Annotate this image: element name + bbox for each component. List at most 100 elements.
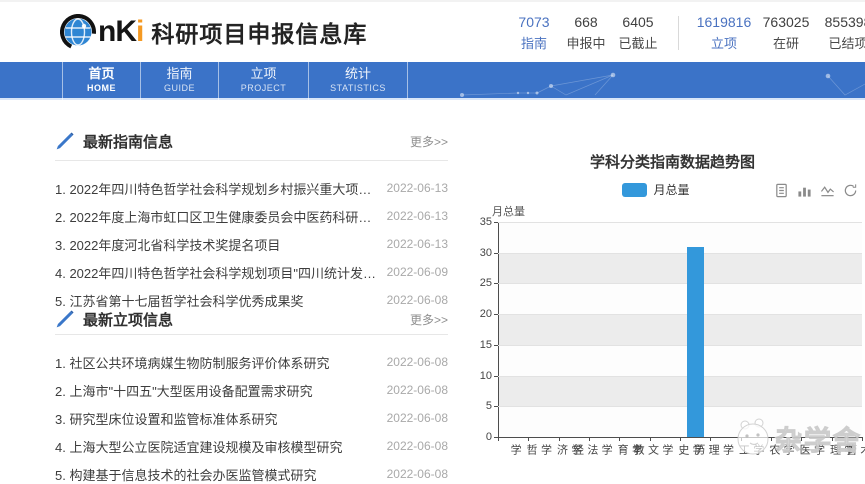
x-tick-mark [528, 437, 529, 441]
latest-project-section-header: 最新立项信息 更多>> [55, 306, 448, 332]
stat-label: 指南 [508, 34, 560, 54]
stat-label: 已截止 [612, 34, 664, 54]
y-tick-mark [494, 222, 498, 223]
section-title: 最新立项信息 [83, 309, 173, 330]
guide-news-item[interactable]: 4. 2022年四川特色哲学社会科学规划项目"四川统计发展专项课题" 2022-… [55, 262, 448, 282]
nav-tab-sublabel: PROJECT [219, 82, 308, 94]
line-chart-icon[interactable] [820, 183, 835, 198]
y-tick-mark [494, 253, 498, 254]
x-category-label: 农学 [750, 444, 782, 456]
x-tick-mark [862, 437, 863, 441]
nav-tab-sublabel: GUIDE [141, 82, 218, 94]
project-news-item[interactable]: 2. 上海市"十四五"大型医用设备配置需求研究 2022-06-08 [55, 380, 448, 400]
news-date: 2022-06-13 [387, 237, 448, 251]
y-tick-mark [494, 376, 498, 377]
logo-text: nKi [98, 14, 143, 50]
news-date: 2022-06-08 [387, 383, 448, 397]
bar-理学[interactable] [687, 247, 704, 437]
split-area-band [498, 222, 862, 253]
gridline [498, 253, 862, 254]
news-title: 5. 构建基于信息技术的社会办医监管模式研究 [55, 465, 377, 484]
nav-tab-label: 指南 [141, 66, 218, 82]
legend-label: 月总量 [653, 181, 689, 198]
nav-tab-label: 立项 [219, 66, 308, 82]
news-title: 1. 社区公共环境病媒生物防制服务评价体系研究 [55, 353, 377, 372]
more-link-project[interactable]: 更多>> [410, 311, 448, 328]
main-nav: 首页 HOME 指南 GUIDE 立项 PROJECT 统计 STATISTIC… [0, 62, 865, 100]
stat-funded[interactable]: 1619816 立项 [693, 12, 755, 54]
chart-title: 学科分类指南数据趋势图 [480, 151, 865, 172]
news-title: 2. 上海市"十四五"大型医用设备配置需求研究 [55, 381, 377, 400]
x-category-label: 艺术学 [841, 444, 865, 456]
stat-label: 申报中 [560, 34, 612, 54]
more-link-guide[interactable]: 更多>> [410, 133, 448, 150]
news-date: 2022-06-13 [387, 209, 448, 223]
x-tick-mark [680, 437, 681, 441]
y-tick-label: 25 [470, 277, 492, 289]
restore-icon[interactable] [843, 183, 858, 198]
x-tick-mark [559, 437, 560, 441]
nav-tab-label: 首页 [63, 66, 140, 82]
x-category-label: 哲学 [507, 444, 539, 456]
nav-tab-home[interactable]: 首页 HOME [62, 62, 140, 100]
section-divider [55, 160, 448, 161]
nav-tab-statistics[interactable]: 统计 STATISTICS [308, 62, 408, 100]
x-tick-mark [771, 437, 772, 441]
project-news-item[interactable]: 4. 上海大型公立医院适宜建设规模及审核模型研究 2022-06-08 [55, 436, 448, 456]
x-tick-mark [619, 437, 620, 441]
guide-news-item[interactable]: 3. 2022年度河北省科学技术奖提名项目 2022-06-13 [55, 234, 448, 254]
latest-guide-section-header: 最新指南信息 更多>> [55, 128, 448, 154]
gridline [498, 376, 862, 377]
y-tick-label: 35 [470, 216, 492, 228]
stat-finished[interactable]: 855398 已结项 [817, 12, 865, 54]
stat-applying[interactable]: 668 申报中 [560, 12, 612, 54]
split-area-band [498, 283, 862, 314]
guide-news-item[interactable]: 2. 2022年度上海市虹口区卫生健康委员会中医药科研课题 2022-06-13 [55, 206, 448, 226]
gridline [498, 283, 862, 284]
x-category-label: 工学 [720, 444, 752, 456]
bar-chart-icon[interactable] [797, 183, 812, 198]
gridline [498, 314, 862, 315]
section-title: 最新指南信息 [83, 131, 173, 152]
x-category-label: 文学 [629, 444, 661, 456]
site-logo[interactable]: nKi 科研项目申报信息库 [60, 14, 367, 50]
guide-news-item[interactable]: 1. 2022年四川特色哲学社会科学规划乡村振兴重大项目申报通知 2022-06… [55, 178, 448, 198]
x-tick-mark [589, 437, 590, 441]
stat-label: 已结项 [817, 34, 865, 54]
x-category-label: 法学 [568, 444, 600, 456]
pen-icon [55, 131, 75, 151]
chart-toolbox [774, 183, 858, 198]
y-tick-label: 10 [470, 370, 492, 382]
stat-label: 立项 [693, 34, 755, 54]
x-tick-mark [710, 437, 711, 441]
x-tick-mark [650, 437, 651, 441]
news-title: 1. 2022年四川特色哲学社会科学规划乡村振兴重大项目申报通知 [55, 179, 377, 198]
y-tick-label: 30 [470, 247, 492, 259]
nav-tab-sublabel: HOME [63, 82, 140, 94]
y-tick-mark [494, 314, 498, 315]
nav-tab-project[interactable]: 立项 PROJECT [218, 62, 308, 100]
stat-value: 668 [560, 12, 612, 32]
nav-tab-guide[interactable]: 指南 GUIDE [140, 62, 218, 100]
stat-closed[interactable]: 6405 已截止 [612, 12, 664, 54]
x-tick-mark [498, 437, 499, 441]
project-news-item[interactable]: 5. 构建基于信息技术的社会办医监管模式研究 2022-06-08 [55, 464, 448, 484]
news-date: 2022-06-08 [387, 355, 448, 369]
stat-ongoing[interactable]: 763025 在研 [755, 12, 817, 54]
stat-label: 在研 [755, 34, 817, 54]
data-view-icon[interactable] [774, 183, 789, 198]
news-date: 2022-06-08 [387, 467, 448, 481]
news-date: 2022-06-13 [387, 181, 448, 195]
discipline-trend-chart: 学科分类指南数据趋势图 月总量 [480, 145, 865, 472]
y-tick-mark [494, 345, 498, 346]
y-tick-label: 15 [470, 339, 492, 351]
stat-guide[interactable]: 7073 指南 [508, 12, 560, 54]
project-news-item[interactable]: 1. 社区公共环境病媒生物防制服务评价体系研究 2022-06-08 [55, 352, 448, 372]
split-area-band [498, 376, 862, 407]
gridline [498, 406, 862, 407]
y-tick-label: 0 [470, 431, 492, 443]
news-date: 2022-06-08 [387, 411, 448, 425]
project-news-item[interactable]: 3. 研究型床位设置和监管标准体系研究 2022-06-08 [55, 408, 448, 428]
section-divider [55, 334, 448, 335]
plot-area: 05101520253035哲学经济学法学教育学文学历史学理学工学农学医学管理学… [498, 222, 862, 437]
